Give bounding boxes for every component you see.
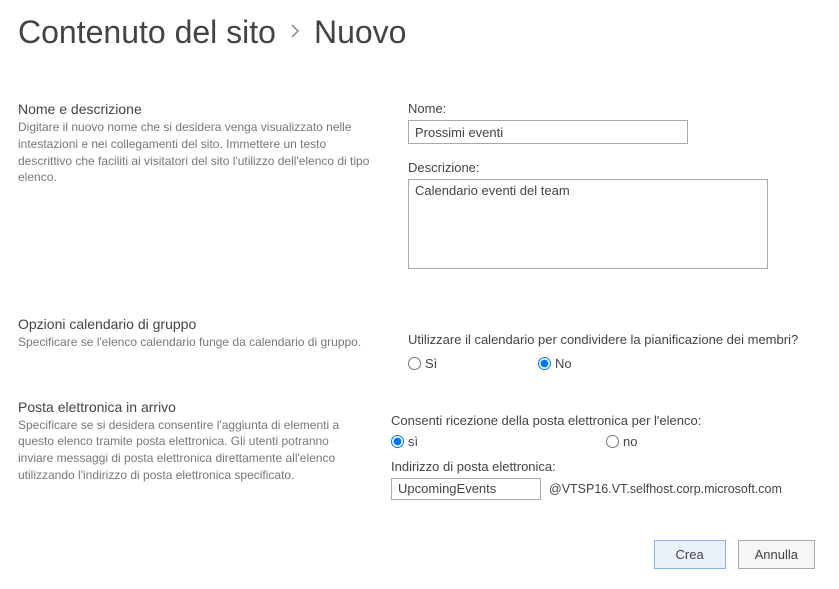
create-button[interactable]: Crea bbox=[654, 540, 726, 569]
section-name-description: Nome e descrizione Digitare il nuovo nom… bbox=[18, 101, 821, 288]
breadcrumb-parent[interactable]: Contenuto del sito bbox=[18, 14, 276, 51]
radio-groupcal-yes-input[interactable] bbox=[408, 357, 421, 370]
breadcrumb: Contenuto del sito Nuovo bbox=[18, 14, 821, 51]
description-label: Descrizione: bbox=[408, 160, 821, 175]
name-label: Nome: bbox=[408, 101, 821, 116]
radio-label-no: No bbox=[555, 356, 572, 371]
section-group-calendar: Opzioni calendario di gruppo Specificare… bbox=[18, 316, 821, 371]
section-title-email: Posta elettronica in arrivo bbox=[18, 399, 361, 415]
section-desc-groupcal: Specificare se l'elenco calendario funge… bbox=[18, 334, 378, 351]
radio-label-email-no: no bbox=[623, 434, 637, 449]
email-address-label: Indirizzo di posta elettronica: bbox=[391, 459, 821, 474]
section-incoming-email: Posta elettronica in arrivo Specificare … bbox=[18, 399, 821, 500]
cancel-button[interactable]: Annulla bbox=[738, 540, 815, 569]
description-input[interactable] bbox=[408, 179, 768, 269]
radio-email-yes-input[interactable] bbox=[391, 435, 404, 448]
email-address-suffix: @VTSP16.VT.selfhost.corp.microsoft.com bbox=[549, 482, 782, 496]
radio-email-no-input[interactable] bbox=[606, 435, 619, 448]
email-address-input[interactable] bbox=[391, 478, 541, 500]
radio-groupcal-no[interactable]: No bbox=[538, 356, 668, 371]
section-desc-name: Digitare il nuovo nome che si desidera v… bbox=[18, 119, 378, 186]
email-allow-question: Consenti ricezione della posta elettroni… bbox=[391, 413, 821, 428]
radio-groupcal-yes[interactable]: Sì bbox=[408, 356, 538, 371]
breadcrumb-current: Nuovo bbox=[314, 14, 407, 51]
name-input[interactable] bbox=[408, 120, 688, 144]
radio-email-no[interactable]: no bbox=[606, 434, 821, 449]
radio-label-email-si: sì bbox=[408, 434, 418, 449]
radio-email-yes[interactable]: sì bbox=[391, 434, 606, 449]
chevron-right-icon bbox=[290, 22, 300, 43]
button-row: Crea Annulla bbox=[18, 540, 821, 569]
group-cal-question: Utilizzare il calendario per condividere… bbox=[408, 330, 821, 350]
radio-groupcal-no-input[interactable] bbox=[538, 357, 551, 370]
section-title-name: Nome e descrizione bbox=[18, 101, 378, 117]
radio-label-si: Sì bbox=[425, 356, 437, 371]
section-title-groupcal: Opzioni calendario di gruppo bbox=[18, 316, 378, 332]
section-desc-email: Specificare se si desidera consentire l'… bbox=[18, 417, 361, 484]
